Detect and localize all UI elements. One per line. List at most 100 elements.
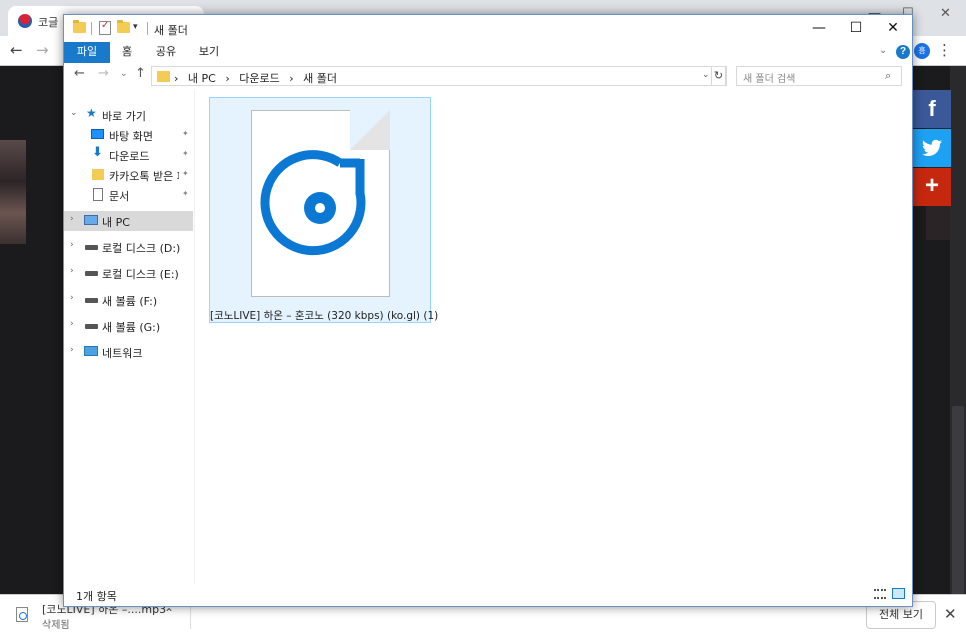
twitter-share-button[interactable] [913,129,951,167]
back-button[interactable]: ← [74,66,85,81]
file-explorer-window: ▾ 새 폴더 — ☐ ✕ 파일 홈 공유 보기 ⌄ ? ← → ⌄ ↑ › 내 … [63,14,913,607]
address-bar[interactable]: › 내 PC › 다운로드 › 새 폴더 ⌄ [151,66,727,86]
expand-chevron-icon[interactable]: › [70,266,74,276]
forward-button[interactable]: → [98,66,109,81]
page-scrollbar[interactable] [950,66,966,635]
browser-menu-icon[interactable]: ⋮ [937,41,952,59]
drive-icon [85,271,98,276]
help-icon[interactable]: ? [896,45,910,59]
navigation-pane: ⌄ ★ 바로 가기 바탕 화면 ✦ ⬇ 다운로드 ✦ 카카오톡 받은 파 ✦ 문… [64,101,195,581]
explorer-titlebar: ▾ 새 폴더 — ☐ ✕ [64,15,912,42]
search-input[interactable]: 새 폴더 검색 ⌕ [736,66,902,86]
nav-drive-d[interactable]: › 로컬 디스크 (D:) [64,237,193,257]
breadcrumb-separator[interactable]: › [174,72,178,85]
star-icon: ★ [86,106,97,120]
nav-documents[interactable]: 문서 ✦ [64,185,193,205]
document-icon [93,188,103,201]
nav-downloads[interactable]: ⬇ 다운로드 ✦ [64,145,193,165]
minimize-button[interactable]: — [800,15,838,42]
plus-icon: + [924,172,939,199]
nav-this-pc[interactable]: › 내 PC [64,211,193,231]
browser-tab-title: 코글 [38,16,59,29]
twitter-icon [922,139,942,156]
nav-label: 문서 [109,190,130,203]
download-options-chevron-icon[interactable]: ⌃ [164,606,174,620]
search-icon[interactable]: ⌕ [885,69,891,83]
more-share-button[interactable]: + [913,168,951,206]
collapse-chevron-icon[interactable]: ⌄ [70,108,78,118]
file-item[interactable]: [코노LIVE] 하온 – 혼코노 (320 kbps) (ko.gl) (1) [209,97,439,323]
pane-divider[interactable] [194,89,195,584]
nav-kakaotalk-folder[interactable]: 카카오톡 받은 파 ✦ [64,165,193,185]
recent-locations-chevron-icon[interactable]: ⌄ [120,69,128,79]
expand-ribbon-chevron-icon[interactable]: ⌄ [879,45,887,56]
breadcrumb-this-pc[interactable]: 내 PC [188,72,216,85]
window-folder-icon [73,20,86,33]
nav-network[interactable]: › 네트워크 [64,342,193,362]
desktop-icon [91,129,104,139]
expand-chevron-icon[interactable]: › [70,240,74,250]
address-toolbar: ← → ⌄ ↑ › 내 PC › 다운로드 › 새 폴더 ⌄ ↻ 새 폴더 검색… [64,63,912,89]
browser-back-button[interactable]: ← [10,41,23,59]
drive-icon [85,298,98,303]
breadcrumb: › 내 PC › 다운로드 › 새 폴더 [174,70,343,86]
nav-drive-g[interactable]: › 새 볼륨 (G:) [64,316,193,336]
new-folder-icon[interactable] [117,20,130,33]
tab-share[interactable]: 공유 [148,42,184,63]
breadcrumb-separator[interactable]: › [289,72,293,85]
audio-file-icon [16,607,28,622]
profile-avatar[interactable]: 흥 [914,43,930,59]
nav-label: 바탕 화면 [109,130,153,143]
nav-drive-e[interactable]: › 로컬 디스크 (E:) [64,263,193,283]
drive-icon [85,324,98,329]
nav-label: 카카오톡 받은 파 [109,170,179,183]
nav-desktop[interactable]: 바탕 화면 ✦ [64,125,193,145]
refresh-button[interactable]: ↻ [711,66,726,86]
nav-drive-f[interactable]: › 새 볼륨 (F:) [64,290,193,310]
nav-label: 새 볼륨 (F:) [102,295,158,308]
facebook-share-button[interactable]: f [913,90,951,128]
breadcrumb-separator[interactable]: › [225,72,229,85]
breadcrumb-new-folder[interactable]: 새 폴더 [303,72,337,85]
expand-chevron-icon[interactable]: › [70,319,74,329]
search-placeholder: 새 폴더 검색 [743,74,796,85]
qat-divider [91,22,92,35]
network-icon [84,346,98,356]
item-count: 1개 항목 [76,590,117,603]
customize-qat-chevron-icon[interactable]: ▾ [133,22,138,32]
nav-label: 로컬 디스크 (E:) [102,268,179,281]
properties-icon[interactable] [99,20,111,35]
up-button[interactable]: ↑ [135,66,146,81]
pin-icon: ✦ [182,189,189,198]
nav-label: 내 PC [102,216,130,229]
tab-view[interactable]: 보기 [192,42,226,63]
tab-home[interactable]: 홈 [112,42,142,63]
pin-icon: ✦ [182,169,189,178]
tab-file[interactable]: 파일 [64,42,110,63]
nav-label: 새 볼륨 (G:) [102,321,161,334]
folder-icon [157,71,170,82]
browser-close-button[interactable]: ✕ [940,6,951,21]
nav-quick-access[interactable]: ⌄ ★ 바로 가기 [64,105,193,125]
page-image-fragment [0,140,26,244]
download-icon: ⬇ [92,145,103,160]
close-download-bar-button[interactable]: ✕ [944,605,957,623]
expand-chevron-icon[interactable]: › [70,345,74,355]
groove-music-file-icon [251,110,390,297]
large-icons-view-icon[interactable] [892,588,905,599]
nav-label: 네트워크 [102,347,143,360]
expand-chevron-icon[interactable]: › [70,214,74,224]
expand-chevron-icon[interactable]: › [70,293,74,303]
close-button[interactable]: ✕ [874,15,912,42]
breadcrumb-downloads[interactable]: 다운로드 [239,72,279,85]
nav-label: 다운로드 [109,150,150,163]
nav-label: 로컬 디스크 (D:) [102,242,181,255]
details-view-icon[interactable] [874,589,886,599]
browser-forward-button[interactable]: → [36,41,49,59]
pin-icon: ✦ [182,129,189,138]
address-dropdown-chevron-icon[interactable]: ⌄ [702,70,710,80]
groove-logo-icon [260,150,366,256]
file-name: [코노LIVE] 하온 – 혼코노 (320 kbps) (ko.gl) (1) [210,310,439,322]
maximize-button[interactable]: ☐ [837,15,875,42]
drive-icon [85,245,98,250]
